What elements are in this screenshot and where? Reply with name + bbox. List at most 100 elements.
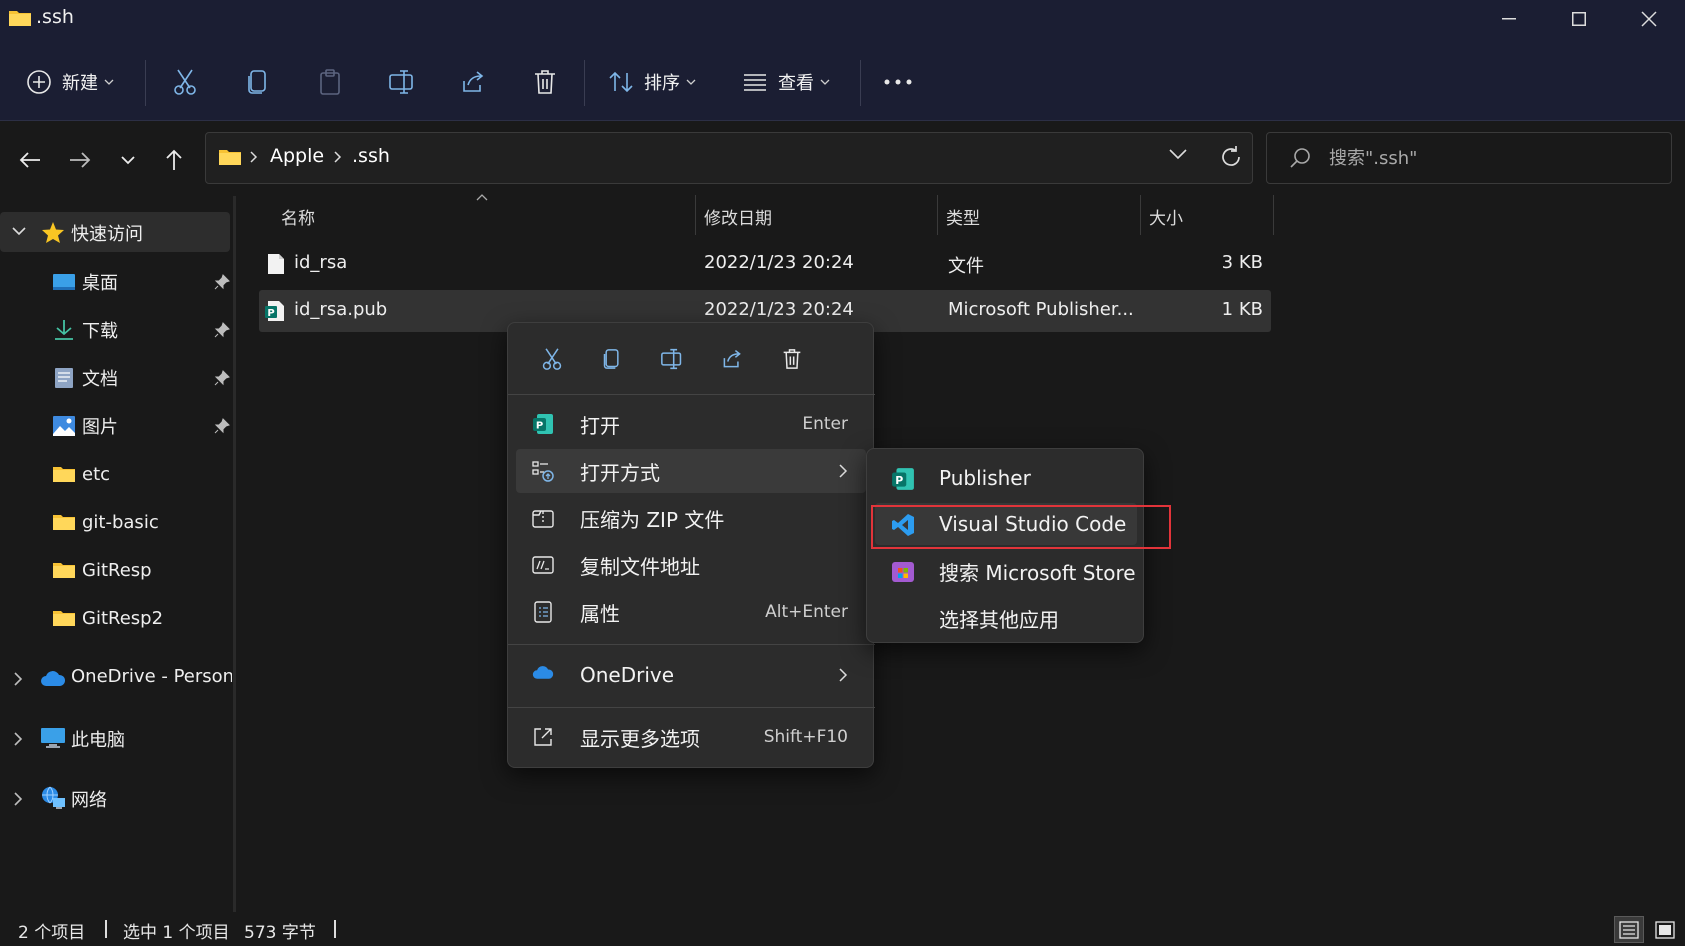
- menu-item-onedrive[interactable]: OneDrive: [516, 653, 866, 697]
- file-type: Microsoft Publisher...: [948, 299, 1134, 320]
- recent-locations-button[interactable]: [110, 142, 146, 178]
- maximize-button[interactable]: [1544, 0, 1614, 38]
- folder-icon: [52, 608, 76, 628]
- column-header-type[interactable]: 类型: [946, 204, 980, 229]
- menu-item-shortcut: Shift+F10: [763, 727, 848, 747]
- delete-button[interactable]: [533, 62, 557, 102]
- menu-item-properties[interactable]: 属性 Alt+Enter: [516, 590, 866, 634]
- delete-icon: [533, 69, 557, 95]
- close-icon: [1641, 11, 1657, 27]
- rename-icon: [660, 348, 684, 370]
- details-view-icon: [1619, 920, 1639, 939]
- more-button[interactable]: [884, 62, 912, 102]
- menu-item-open-with[interactable]: 打开方式: [516, 449, 866, 493]
- chevron-down-icon: [686, 79, 696, 85]
- sidebar-item-this-pc[interactable]: 此电脑: [0, 718, 232, 758]
- search-input[interactable]: [1327, 143, 1657, 173]
- sidebar-item-pictures[interactable]: 图片: [52, 406, 230, 446]
- column-header-date[interactable]: 修改日期: [704, 204, 772, 229]
- menu-cut-button[interactable]: [530, 341, 574, 377]
- view-button[interactable]: 查看: [742, 62, 830, 102]
- sidebar-item-documents[interactable]: 文档: [52, 358, 230, 398]
- back-button[interactable]: [12, 142, 48, 178]
- search-box[interactable]: [1266, 132, 1672, 184]
- sort-icon: [608, 70, 634, 94]
- column-divider[interactable]: [937, 195, 938, 235]
- search-icon: [1289, 147, 1311, 169]
- up-button[interactable]: [156, 142, 192, 178]
- details-view-button[interactable]: [1614, 916, 1644, 943]
- arrow-right-icon: [69, 151, 91, 169]
- sidebar-item-label: 图片: [82, 417, 118, 438]
- more-icon: [884, 79, 912, 85]
- address-bar[interactable]: Apple .ssh: [205, 132, 1253, 184]
- submenu-item-microsoft-store[interactable]: 搜索 Microsoft Store: [875, 550, 1137, 592]
- column-divider[interactable]: [695, 195, 696, 235]
- chevron-right-icon: [14, 732, 23, 746]
- address-dropdown-button[interactable]: [1169, 149, 1187, 160]
- chevron-right-icon: [250, 151, 258, 163]
- menu-rename-button[interactable]: [650, 341, 694, 377]
- share-button[interactable]: [460, 62, 486, 102]
- submenu-item-publisher[interactable]: P Publisher: [875, 457, 1137, 499]
- menu-copy-button[interactable]: [590, 341, 634, 377]
- sidebar-item-desktop[interactable]: 桌面: [52, 262, 230, 302]
- tiles-view-button[interactable]: [1650, 916, 1680, 943]
- column-header-size[interactable]: 大小: [1149, 204, 1183, 229]
- window-title: .ssh: [36, 6, 74, 28]
- breadcrumb-ssh[interactable]: .ssh: [352, 145, 390, 167]
- folder-icon: [52, 560, 76, 580]
- sidebar-item-gitresp2[interactable]: GitResp2: [52, 598, 230, 638]
- menu-item-label: OneDrive: [580, 663, 675, 687]
- breadcrumb-apple[interactable]: Apple: [270, 145, 324, 167]
- sidebar-item-downloads[interactable]: 下载: [52, 310, 230, 350]
- menu-item-more-options[interactable]: 显示更多选项 Shift+F10: [516, 715, 866, 759]
- chevron-right-icon: [14, 792, 23, 806]
- zip-icon: [532, 507, 554, 529]
- sort-ascending-icon: [476, 194, 488, 201]
- sort-button[interactable]: 排序: [608, 62, 696, 102]
- copy-button[interactable]: [246, 62, 270, 102]
- menu-item-copy-path[interactable]: 复制文件地址: [516, 543, 866, 587]
- chevron-right-icon: [839, 668, 848, 682]
- paste-button[interactable]: [318, 62, 342, 102]
- cut-button[interactable]: [172, 62, 198, 102]
- sidebar-item-network[interactable]: 网络: [0, 778, 232, 818]
- sidebar-splitter[interactable]: [233, 196, 236, 912]
- sidebar-item-quick-access[interactable]: 快速访问: [0, 212, 230, 252]
- close-button[interactable]: [1614, 0, 1684, 38]
- chevron-right-icon: [839, 464, 848, 478]
- status-selected: 选中 1 个项目: [123, 923, 230, 943]
- menu-divider: [508, 644, 875, 645]
- refresh-button[interactable]: [1219, 145, 1243, 169]
- copy-icon: [602, 347, 622, 371]
- sidebar-item-gitresp[interactable]: GitResp: [52, 550, 230, 590]
- chevron-down-icon: [1169, 149, 1187, 160]
- menu-item-label: 复制文件地址: [580, 554, 700, 579]
- menu-delete-button[interactable]: [770, 341, 814, 377]
- menu-item-open[interactable]: P 打开 Enter: [516, 402, 866, 446]
- column-divider[interactable]: [1140, 195, 1141, 235]
- menu-share-button[interactable]: [710, 341, 754, 377]
- sidebar-item-onedrive[interactable]: OneDrive - Persona: [0, 658, 232, 698]
- pin-icon[interactable]: [214, 418, 230, 434]
- submenu-item-choose-other-app[interactable]: 选择其他应用: [875, 597, 1137, 639]
- minimize-button[interactable]: [1474, 0, 1544, 38]
- menu-item-shortcut: Alt+Enter: [765, 602, 848, 622]
- pin-icon[interactable]: [214, 370, 230, 386]
- column-header-name[interactable]: 名称: [281, 204, 315, 229]
- pin-icon[interactable]: [214, 274, 230, 290]
- table-row[interactable]: id_rsa 2022/1/23 20:24 文件 3 KB: [259, 243, 1271, 285]
- sidebar-item-etc[interactable]: etc: [52, 454, 230, 494]
- forward-button[interactable]: [62, 142, 98, 178]
- pictures-icon: [52, 415, 76, 437]
- rename-button[interactable]: [388, 62, 416, 102]
- sidebar-item-git-basic[interactable]: git-basic: [52, 502, 230, 542]
- pin-icon[interactable]: [214, 322, 230, 338]
- view-label: 查看: [778, 73, 814, 94]
- chevron-down-icon: [104, 79, 114, 85]
- menu-item-compress-zip[interactable]: 压缩为 ZIP 文件: [516, 496, 866, 540]
- status-divider: [334, 920, 336, 938]
- column-divider[interactable]: [1273, 195, 1274, 235]
- new-button[interactable]: 新建: [26, 62, 114, 102]
